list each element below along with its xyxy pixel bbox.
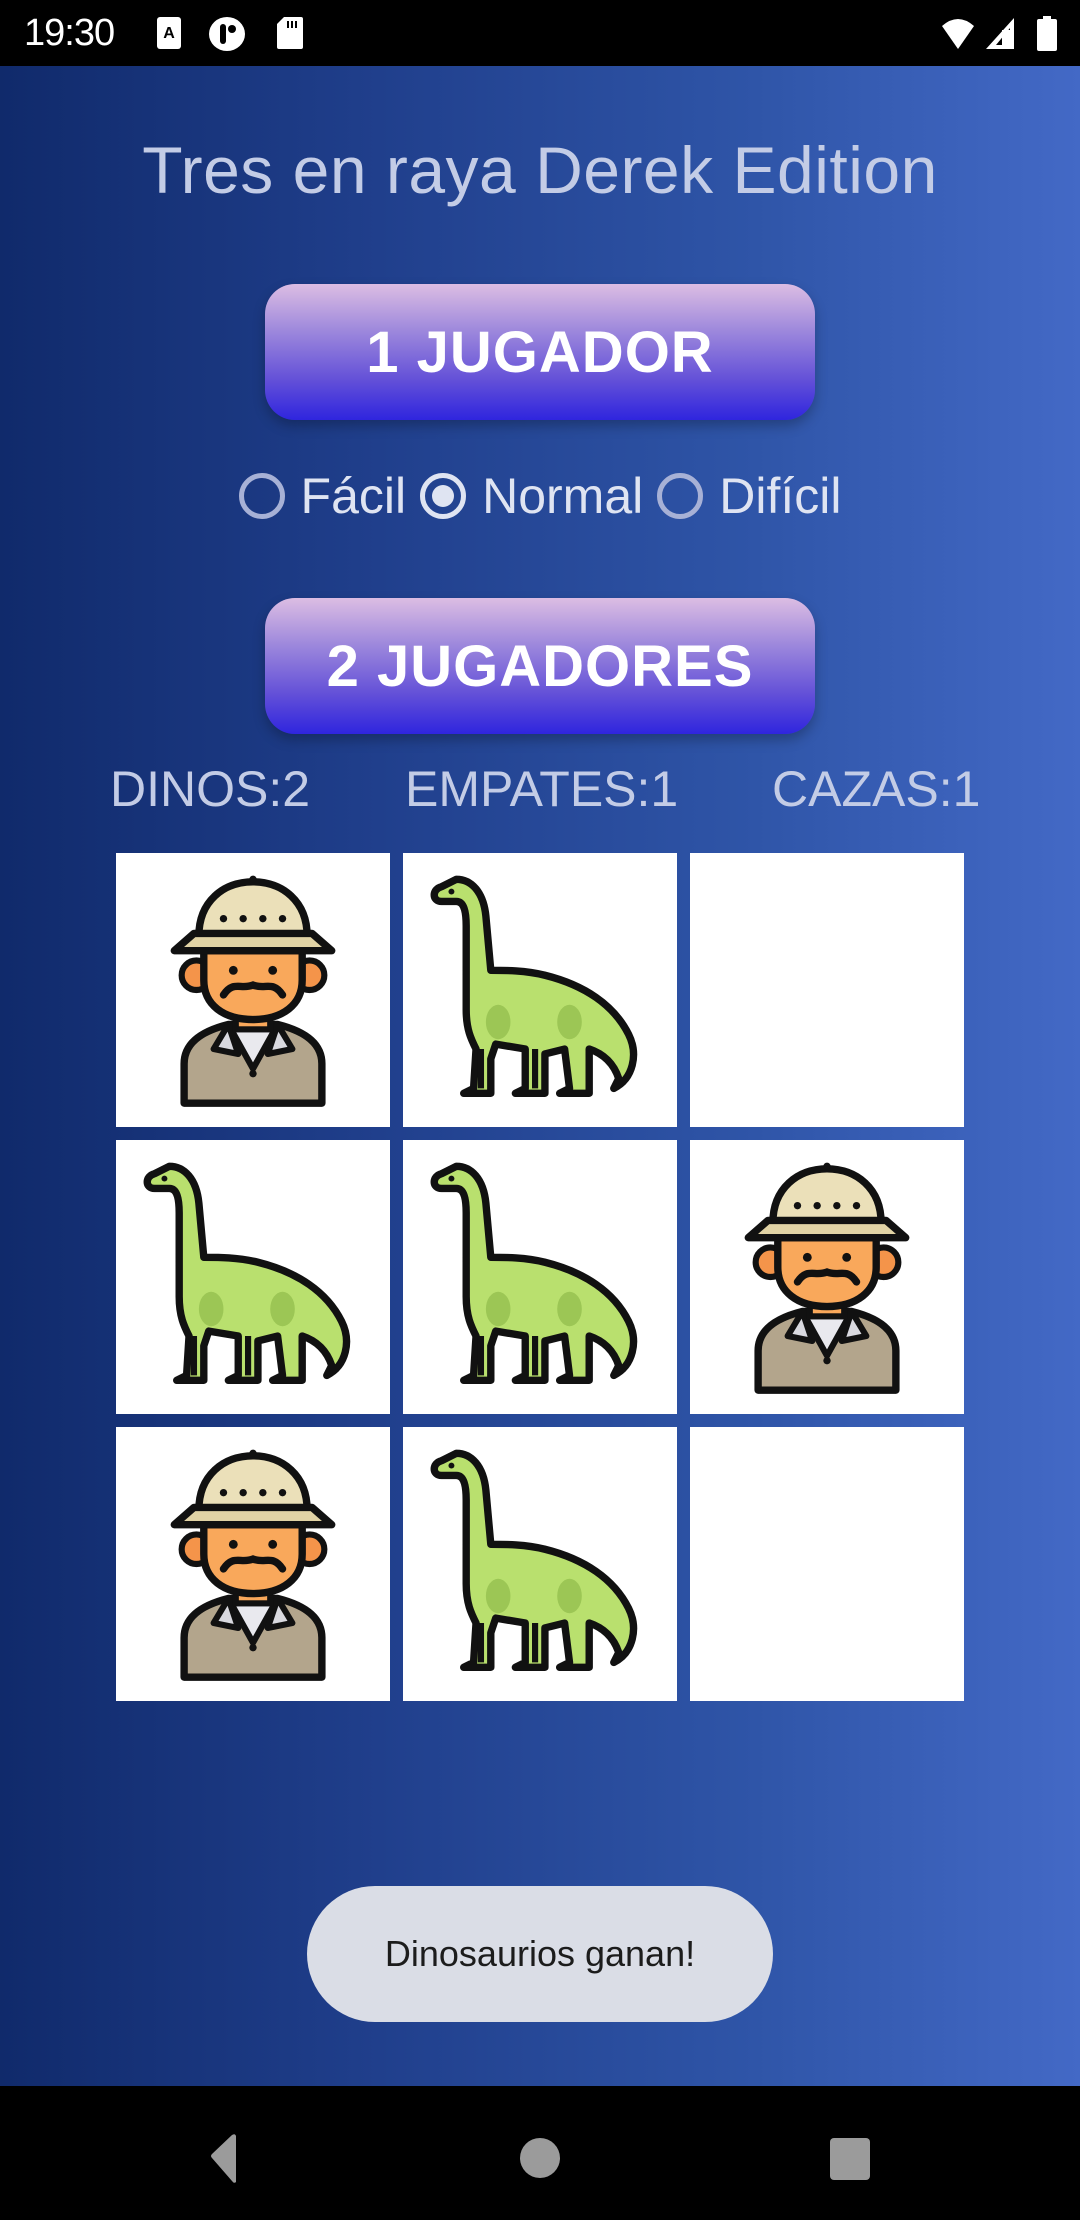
- board-cell-1-1[interactable]: [403, 1140, 677, 1414]
- score-dinos: DINOS:2: [110, 761, 311, 817]
- back-icon[interactable]: [196, 2126, 256, 2186]
- game-screen: Tres en raya Derek Edition 1 JUGADOR Fác…: [0, 66, 1080, 2086]
- safari-explorer-icon: [704, 1154, 950, 1400]
- score-hunters: CAZAS:1: [772, 761, 981, 817]
- board-cell-1-0[interactable]: [116, 1140, 390, 1414]
- app-title: Tres en raya Derek Edition: [142, 133, 938, 207]
- svg-text:A: A: [163, 25, 175, 42]
- difficulty-radio-group: Fácil Normal Difícil: [0, 456, 1080, 536]
- difficulty-label: Normal: [482, 468, 644, 524]
- board-cell-0-0[interactable]: [116, 853, 390, 1127]
- brachiosaurus-icon: [417, 1441, 663, 1687]
- two-players-button[interactable]: 2 JUGADORES: [265, 598, 815, 734]
- text-a-notification-icon: A: [157, 17, 181, 49]
- battery-icon: [1037, 16, 1057, 51]
- home-icon[interactable]: [510, 2126, 570, 2186]
- game-board: [116, 853, 964, 1701]
- sd-card-icon: [277, 17, 303, 49]
- radio-unchecked-icon[interactable]: [657, 473, 704, 519]
- toast-message: Dinosaurios ganan!: [307, 1886, 773, 2022]
- board-cell-1-2[interactable]: [690, 1140, 964, 1414]
- status-bar: 19:30 A: [0, 0, 1080, 66]
- scoreboard: DINOS:2 EMPATES:1 CAZAS:1: [0, 760, 1080, 820]
- radio-unchecked-icon[interactable]: [238, 473, 285, 519]
- safari-explorer-icon: [130, 867, 376, 1113]
- o-p-app-icon: [209, 17, 245, 51]
- brachiosaurus-icon: [417, 867, 663, 1113]
- difficulty-option-normal[interactable]: Normal: [420, 467, 643, 525]
- board-cell-0-1[interactable]: [403, 853, 677, 1127]
- wifi-icon: [942, 19, 974, 49]
- recents-icon[interactable]: [820, 2126, 880, 2186]
- score-draws: EMPATES:1: [405, 761, 679, 817]
- difficulty-option-hard[interactable]: Difícil: [657, 467, 841, 525]
- navigation-bar: [0, 2086, 1080, 2220]
- difficulty-label: Difícil: [719, 468, 842, 524]
- board-cell-2-1[interactable]: [403, 1427, 677, 1701]
- status-time: 19:30: [24, 12, 115, 54]
- board-cell-0-2[interactable]: [690, 853, 964, 1127]
- board-cell-2-0[interactable]: [116, 1427, 390, 1701]
- brachiosaurus-icon: [417, 1154, 663, 1400]
- difficulty-label: Fácil: [300, 468, 407, 524]
- signal-icon: [986, 18, 1014, 49]
- one-player-button[interactable]: 1 JUGADOR: [265, 284, 815, 420]
- radio-checked-icon[interactable]: [420, 473, 467, 519]
- difficulty-option-easy[interactable]: Fácil: [238, 467, 407, 525]
- brachiosaurus-icon: [130, 1154, 376, 1400]
- safari-explorer-icon: [130, 1441, 376, 1687]
- board-cell-2-2[interactable]: [690, 1427, 964, 1701]
